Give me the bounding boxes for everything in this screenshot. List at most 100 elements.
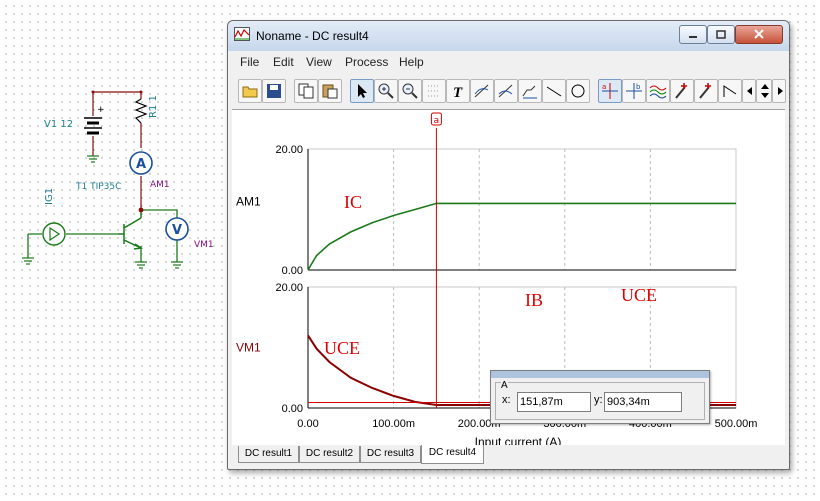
- circle-icon: [571, 84, 585, 98]
- ground-icon: [22, 155, 183, 269]
- wave-button[interactable]: [646, 79, 670, 103]
- save-icon: [267, 84, 281, 98]
- close-button[interactable]: [735, 25, 783, 44]
- cursor-b-button[interactable]: [494, 79, 518, 103]
- title-bar[interactable]: Noname - DC result4: [228, 21, 789, 51]
- line-icon: [546, 86, 562, 97]
- svg-text:a: a: [602, 83, 606, 91]
- x-tick-label: 500.00m: [715, 418, 758, 430]
- x-label: x:: [502, 394, 511, 406]
- label-ig1: IG1: [44, 188, 55, 205]
- dc-result-window: Noname - DC result4 File Edit View Proce…: [227, 20, 790, 470]
- y-value-field[interactable]: 903,34m: [604, 392, 682, 412]
- app-icon: [234, 27, 250, 41]
- tab-dc-result2[interactable]: DC result2: [299, 446, 360, 463]
- annotation-uce-left: UCE: [324, 338, 360, 358]
- menu-process[interactable]: Process: [345, 55, 388, 69]
- grid-button[interactable]: [422, 79, 446, 103]
- cursor-ab-button[interactable]: a: [598, 79, 622, 103]
- x-tick-label: 100.00m: [372, 418, 415, 430]
- menu-bar: File Edit View Process Help: [232, 53, 785, 72]
- toolbar: T a b: [232, 76, 786, 106]
- save-button[interactable]: [262, 79, 286, 103]
- annotation-ib-top: IB: [525, 290, 543, 310]
- battery-icon: +: [84, 105, 105, 135]
- circle-button[interactable]: [566, 79, 590, 103]
- y-tick-label: 20.00: [275, 144, 303, 156]
- readout-group: A x: 151,87m y: 903,34m: [495, 380, 705, 420]
- arrow-updown-button[interactable]: [756, 79, 772, 103]
- pointer-button[interactable]: [350, 79, 374, 103]
- tab-dc-result4[interactable]: DC result4: [421, 445, 484, 464]
- svg-text:+: +: [97, 105, 105, 115]
- resistor-icon: [134, 98, 148, 124]
- window-title: Noname - DC result4: [256, 29, 369, 43]
- svg-text:V: V: [172, 223, 182, 238]
- x-value-field[interactable]: 151,87m: [517, 392, 591, 412]
- menu-view[interactable]: View: [306, 55, 332, 69]
- copy-button[interactable]: [294, 79, 318, 103]
- zoom-in-icon: [378, 83, 394, 99]
- arrow-updown-icon: [761, 84, 769, 98]
- y-tick-label: 20.00: [275, 282, 303, 294]
- current-source-icon: [42, 222, 66, 246]
- zoom-out-button[interactable]: [398, 79, 422, 103]
- close-icon: [754, 29, 764, 39]
- step-button[interactable]: [718, 79, 742, 103]
- y-label: y:: [594, 394, 603, 406]
- open-button[interactable]: [238, 79, 262, 103]
- arrow-right-icon: [778, 87, 783, 95]
- curve-icon: [522, 85, 537, 99]
- readout-header: [491, 371, 709, 378]
- y-tick-label: 0.00: [282, 265, 303, 277]
- paste-button[interactable]: [318, 79, 342, 103]
- label-am1: AM1: [150, 180, 170, 190]
- cursor-ab-icon: a: [602, 83, 618, 99]
- menu-edit[interactable]: Edit: [273, 55, 294, 69]
- text-button[interactable]: T: [446, 79, 470, 103]
- label-t1: T1 TIP35C: [75, 182, 121, 192]
- paste-icon: [322, 84, 338, 99]
- y-axis-label: AM1: [236, 195, 261, 209]
- copy-icon: [298, 83, 314, 99]
- plot-area[interactable]: 20.00 0.00 AM1 20.00 0.00 VM1 0.00 100.00m 200.0…: [232, 109, 785, 465]
- tab-dc-result3[interactable]: DC result3: [360, 446, 421, 463]
- svg-text:A: A: [136, 157, 146, 172]
- cursor-a-icon: [474, 84, 489, 98]
- menu-file[interactable]: File: [240, 55, 259, 69]
- restore-icon: [716, 30, 726, 39]
- curve-button[interactable]: [518, 79, 542, 103]
- cursor-a-button[interactable]: [470, 79, 494, 103]
- cursor-ba-icon: b: [626, 83, 642, 99]
- zoom-in-button[interactable]: [374, 79, 398, 103]
- grid-icon: [428, 85, 440, 97]
- arrow-left-button[interactable]: [742, 79, 756, 103]
- zoom-out-icon: [402, 83, 418, 99]
- minimize-button[interactable]: [679, 25, 707, 44]
- label-r1: R1 1: [148, 95, 159, 118]
- probe-icon: [675, 83, 687, 99]
- tab-bar: DC result1 DC result2 DC result3 DC resu…: [232, 445, 785, 465]
- svg-text:T: T: [453, 85, 463, 100]
- menu-help[interactable]: Help: [399, 55, 424, 69]
- cursor-readout-panel[interactable]: A x: 151,87m y: 903,34m: [490, 370, 710, 424]
- probe-button[interactable]: [670, 79, 694, 103]
- label-vm1: VM1: [194, 240, 214, 250]
- arrow-right-button[interactable]: [772, 79, 786, 103]
- voltmeter-icon: V: [165, 217, 189, 241]
- probe2-icon: [699, 83, 711, 99]
- circuit-schematic[interactable]: + A V V1 12 R1 1 T1 TIP35C AM1 IG1 VM1: [0, 0, 230, 501]
- x-tick-label: 0.00: [297, 418, 318, 430]
- probe2-button[interactable]: [694, 79, 718, 103]
- ammeter-icon: A: [129, 151, 153, 175]
- step-icon: [723, 85, 737, 97]
- annotation-ic: IC: [344, 192, 362, 212]
- line-button[interactable]: [542, 79, 566, 103]
- tab-dc-result1[interactable]: DC result1: [238, 446, 299, 463]
- cursor-ba-button[interactable]: b: [622, 79, 646, 103]
- annotation-uce-top: UCE: [621, 285, 657, 305]
- restore-button[interactable]: [707, 25, 735, 44]
- arrow-left-icon: [747, 87, 752, 95]
- transistor-icon: [118, 210, 144, 250]
- series-line-am1: [307, 202, 736, 271]
